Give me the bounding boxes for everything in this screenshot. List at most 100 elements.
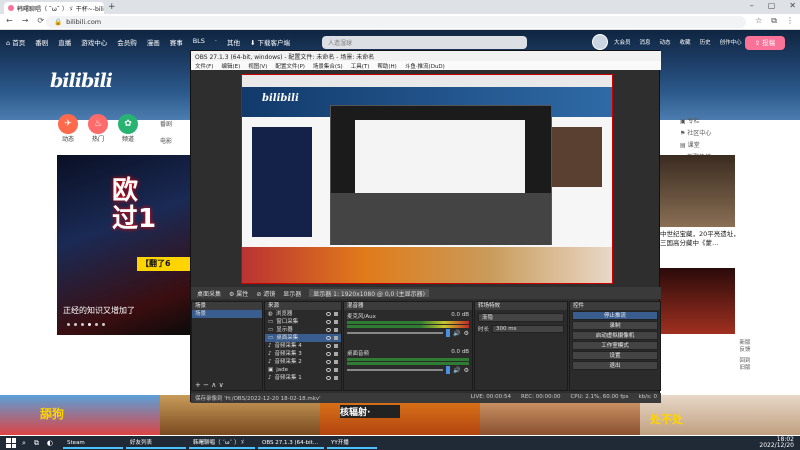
volume-slider-handle[interactable] — [446, 366, 451, 374]
menu-tools[interactable]: 工具(T) — [351, 62, 370, 70]
favorites-link[interactable]: 收藏 — [680, 38, 691, 46]
menu-profile[interactable]: 配置文件(P) — [275, 62, 305, 70]
source-item[interactable]: ♪ 音频采集 1 — [265, 374, 341, 382]
menu-view[interactable]: 视图(V) — [248, 62, 267, 70]
start-recording-button[interactable]: 录制 — [572, 321, 658, 330]
nav-bls[interactable]: BLS — [193, 37, 205, 47]
stop-streaming-button[interactable]: 停止推流 — [572, 311, 658, 320]
taskbar-app-obs[interactable]: OBS 27.1.3 (64-bit... — [258, 437, 325, 449]
lock-icon[interactable] — [334, 352, 338, 356]
gear-icon[interactable]: ⚙ — [464, 367, 469, 374]
search-icon[interactable]: ⌕ — [22, 439, 26, 448]
volume-slider-handle[interactable] — [446, 329, 451, 337]
menu-edit[interactable]: 编辑(E) — [221, 62, 240, 70]
filters-button[interactable]: ⊘ 滤镜 — [256, 289, 275, 298]
system-clock[interactable]: 18:02 2022/12/20 — [759, 437, 794, 449]
visibility-icon[interactable] — [326, 336, 331, 340]
taskbar-app-friends[interactable]: 好友列表 — [126, 437, 187, 449]
transition-select[interactable]: 渐隐 — [478, 313, 564, 322]
lock-icon[interactable] — [334, 320, 338, 324]
source-item[interactable]: ♪ 音频采集 3 — [265, 350, 341, 358]
lock-icon[interactable] — [334, 312, 338, 316]
dynamics-link[interactable]: 动态 — [660, 38, 671, 46]
side-menu-item[interactable]: ⚑ 社区中心 — [680, 128, 711, 140]
chip[interactable]: 番剧 — [160, 116, 172, 133]
gear-icon[interactable]: ⚙ — [464, 330, 469, 337]
visibility-icon[interactable] — [326, 328, 331, 332]
menu-scene-collection[interactable]: 场景集合(S) — [313, 62, 343, 70]
down-icon[interactable]: ∨ — [219, 381, 224, 389]
avatar[interactable] — [592, 34, 608, 50]
lock-icon[interactable] — [334, 360, 338, 364]
speaker-icon[interactable]: 🔊 — [453, 367, 460, 374]
video-card-thumbnail[interactable] — [660, 155, 735, 227]
source-item[interactable]: ♪ 音频采集 2 — [265, 358, 341, 366]
menu-help[interactable]: 帮助(H) — [377, 62, 396, 70]
minimize-button[interactable]: – — [750, 1, 754, 10]
bili-search-input[interactable]: 人造湿球 — [322, 36, 527, 49]
messages-link[interactable]: 消息 — [640, 38, 651, 46]
circle-channel[interactable]: ✿ 频道 — [118, 114, 138, 143]
carousel-dot[interactable] — [102, 323, 105, 326]
lock-icon[interactable] — [334, 344, 338, 348]
exit-button[interactable]: 退出 — [572, 361, 658, 370]
nav-home[interactable]: ⌂ 首页 — [6, 37, 25, 47]
task-view-icon[interactable]: ⧉ — [34, 439, 39, 448]
properties-button[interactable]: ⚙ 属性 — [229, 289, 248, 298]
tab-search-icon[interactable]: ⧉ — [771, 16, 777, 26]
source-item[interactable]: ▭ 窗口采集 — [265, 318, 341, 326]
feedback-button[interactable]: 新版反馈 — [738, 340, 752, 354]
circle-dynamic[interactable]: ✈ 动态 — [58, 114, 78, 143]
nav-mall[interactable]: 会员购 — [117, 37, 137, 47]
taskbar-app-steam[interactable]: Steam — [63, 437, 124, 449]
video-thumb[interactable]: 处不处 — [640, 395, 800, 435]
lock-icon[interactable] — [334, 368, 338, 372]
lock-icon[interactable] — [334, 336, 338, 340]
visibility-icon[interactable] — [326, 312, 331, 316]
nav-anime[interactable]: 番剧 — [35, 37, 48, 47]
video-card-title[interactable]: 中世纪宝藏，20平亮遗址，三国高分藏中《蒙… — [660, 230, 740, 248]
up-icon[interactable]: ∧ — [211, 381, 216, 389]
nav-download-client[interactable]: ⬇ 下载客户端 — [250, 37, 290, 47]
edge-icon[interactable]: ◐ — [47, 439, 53, 447]
video-thumb[interactable]: 舔狗 — [0, 395, 160, 435]
source-item[interactable]: ▭ 显示器 — [265, 326, 341, 334]
windows-start-icon[interactable] — [6, 438, 16, 448]
display-select[interactable]: 显示器 1: 1920x1080 @ 0,0 (主显示器) — [309, 289, 429, 298]
bilibili-logo[interactable]: bilibili — [50, 70, 113, 92]
source-item[interactable]: ▣ jade — [265, 366, 341, 374]
old-version-button[interactable]: 回到旧版 — [738, 358, 752, 372]
volume-slider[interactable] — [347, 369, 444, 371]
lock-icon[interactable] — [334, 376, 338, 380]
vip-link[interactable]: 大会员 — [614, 38, 631, 46]
hero-caption[interactable]: 正经的知识又增加了 — [63, 305, 135, 316]
add-icon[interactable]: + — [195, 381, 201, 389]
carousel-dot[interactable] — [74, 323, 77, 326]
visibility-icon[interactable] — [326, 352, 331, 356]
creator-center-link[interactable]: 创作中心 — [720, 38, 742, 46]
nav-game-center[interactable]: 游戏中心 — [81, 37, 107, 47]
volume-slider[interactable] — [347, 332, 444, 334]
side-menu-item[interactable]: ▣ 专栏 — [680, 116, 711, 128]
carousel-dot[interactable] — [95, 323, 98, 326]
forward-icon[interactable]: → — [22, 16, 29, 25]
visibility-icon[interactable] — [326, 376, 331, 380]
source-item-selected[interactable]: ▭ 桌面采集 — [265, 334, 341, 342]
circle-hot[interactable]: ♨ 热门 — [88, 114, 108, 143]
menu-icon[interactable]: ⋮ — [786, 16, 794, 26]
remove-icon[interactable]: − — [203, 381, 209, 389]
source-item[interactable]: ◍ 浏览器 — [265, 310, 341, 318]
bookmark-icon[interactable]: ☆ — [755, 16, 762, 26]
speaker-icon[interactable]: 🔊 — [453, 330, 460, 337]
back-icon[interactable]: ← — [6, 16, 13, 25]
menu-file[interactable]: 文件(F) — [195, 62, 213, 70]
source-item[interactable]: ♪ 音频采集 4 — [265, 342, 341, 350]
nav-manga[interactable]: 漫画 — [147, 37, 160, 47]
visibility-icon[interactable] — [326, 360, 331, 364]
carousel-dot[interactable] — [67, 323, 70, 326]
history-link[interactable]: 历史 — [700, 38, 711, 46]
close-button[interactable]: ✕ — [789, 1, 796, 10]
chip[interactable]: 电影 — [160, 133, 172, 150]
new-tab-button[interactable]: + — [108, 2, 116, 12]
menu-douyu[interactable]: 斗鱼·推流(DuD) — [405, 62, 445, 70]
